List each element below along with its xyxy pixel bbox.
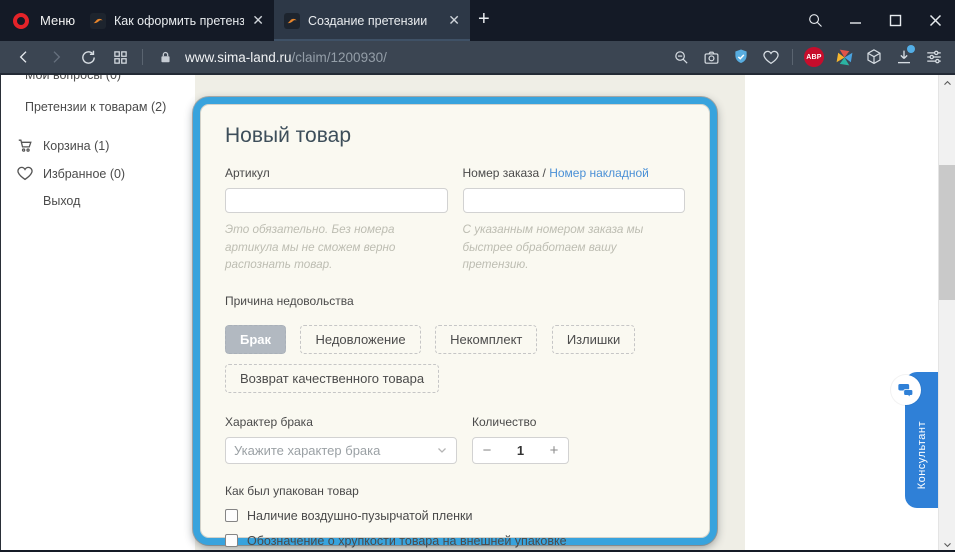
lock-icon[interactable] [152,44,178,70]
scrollbar-thumb[interactable] [939,165,955,300]
url-field[interactable]: www.sima-land.ru/claim/1200930/ [185,50,387,65]
claim-page-column: Новый товар Артикул Это обязательно. Без… [195,75,745,552]
sidebar-item-logout[interactable]: Выход [43,194,80,208]
consultant-label: Консультант [916,421,928,489]
url-path: /claim/1200930/ [292,50,387,65]
sima-land-favicon [90,13,106,29]
reload-icon[interactable] [75,44,101,70]
articul-hint: Это обязательно. Без номера артикула мы … [225,221,448,274]
quantity-value: 1 [501,443,540,458]
invoice-number-link[interactable]: Номер накладной [549,166,649,180]
bookmark-heart-icon[interactable] [758,44,784,70]
checkbox-label: Наличие воздушно-пузырчатой пленки [247,509,473,523]
window-edge [0,75,1,552]
tab-bar: Меню Как оформить претензию ✕ Создание п… [0,0,955,41]
articul-label: Артикул [225,166,448,180]
downloads-icon[interactable] [891,44,917,70]
reason-button-defect[interactable]: Брак [225,325,286,354]
abp-badge: ABP [804,47,824,67]
packaging-option-bubble-wrap[interactable]: Наличие воздушно-пузырчатой пленки [225,509,685,523]
easy-setup-tune-icon[interactable] [921,44,947,70]
tab-title: Как оформить претензию [114,14,244,28]
consultant-button[interactable]: Консультант [905,372,938,508]
tab-close-icon[interactable]: ✕ [448,12,460,29]
reason-label: Причина недовольства [225,294,685,308]
close-button[interactable] [915,0,955,41]
vpn-shield-icon[interactable] [728,44,754,70]
quantity-stepper: − 1 + [472,437,569,464]
opera-logo-icon[interactable] [13,13,29,29]
sidebar-item-my-questions[interactable]: Мои вопросы (0) [25,75,121,82]
reason-button-return-good-item[interactable]: Возврат качественного товара [225,364,439,393]
tab-create-claim[interactable]: Создание претензии ✕ [274,0,470,41]
url-domain: www.sima-land.ru [185,50,292,65]
divider [792,49,793,65]
quantity-label: Количество [472,415,685,429]
address-bar: www.sima-land.ru/claim/1200930/ [0,41,955,75]
find-in-page-icon[interactable] [668,44,694,70]
search-icon[interactable] [795,0,835,41]
adblock-plus-icon[interactable]: ABP [801,44,827,70]
packaging-label: Как был упакован товар [225,484,685,498]
back-icon[interactable] [11,44,37,70]
sidebar-item-favorites[interactable]: Избранное (0) [43,167,125,181]
tab-title: Создание претензии [308,14,440,28]
reason-button-surplus[interactable]: Излишки [552,325,635,354]
form-title: Новый товар [225,124,685,148]
sidebar-item-cart[interactable]: Корзина (1) [43,139,109,153]
quantity-increase-button[interactable]: + [540,442,568,459]
tab-close-icon[interactable]: ✕ [252,12,264,29]
scroll-up-icon[interactable] [939,75,955,91]
order-label-separator: / [539,166,549,180]
new-tab-button[interactable]: + [478,0,490,41]
vertical-scrollbar[interactable] [938,75,955,552]
checkbox-icon[interactable] [225,509,238,522]
maximize-button[interactable] [875,0,915,41]
sidebar-item-claims[interactable]: Претензии к товарам (2) [25,100,166,114]
quantity-decrease-button[interactable]: − [473,442,501,459]
divider [142,49,143,65]
defect-type-select[interactable]: Укажите характер брака [225,437,457,464]
checkbox-icon[interactable] [225,534,238,547]
order-number-input[interactable] [463,188,686,213]
snapshot-camera-icon[interactable] [698,44,724,70]
tab-how-to-file-claim[interactable]: Как оформить претензию ✕ [80,0,274,41]
cart-icon [17,137,34,154]
order-number-label: Номер заказа / Номер накладной [463,166,686,180]
checkbox-label: Обозначение о хрупкости товара на внешне… [247,534,567,548]
forward-icon[interactable] [43,44,69,70]
defect-type-placeholder: Укажите характер брака [234,443,436,458]
download-badge [907,45,915,53]
packaging-option-fragile-marking[interactable]: Обозначение о хрупкости товара на внешне… [225,534,685,548]
favorites-heart-icon [16,164,33,181]
order-hint: С указанным номером заказа мы быстрее об… [463,221,686,274]
reason-button-incomplete[interactable]: Некомплект [435,325,537,354]
speed-dial-grid-icon[interactable] [107,44,133,70]
extension-cube-icon[interactable] [861,44,887,70]
defect-type-label: Характер брака [225,415,457,429]
page-content: Мои вопросы (0) Претензии к товарам (2) … [0,75,955,552]
articul-input[interactable] [225,188,448,213]
minimize-button[interactable] [835,0,875,41]
chevron-down-icon [436,444,448,456]
chat-bubbles-icon [891,375,921,405]
browser-menu-button[interactable]: Меню [40,0,75,41]
extension-pinwheel-icon[interactable] [831,44,857,70]
order-label-text: Номер заказа [463,166,540,180]
sima-land-favicon [284,13,300,29]
browser-window: Меню Как оформить претензию ✕ Создание п… [0,0,955,552]
reason-button-missing-item[interactable]: Недовложение [300,325,420,354]
new-item-claim-form: Новый товар Артикул Это обязательно. Без… [193,97,717,545]
